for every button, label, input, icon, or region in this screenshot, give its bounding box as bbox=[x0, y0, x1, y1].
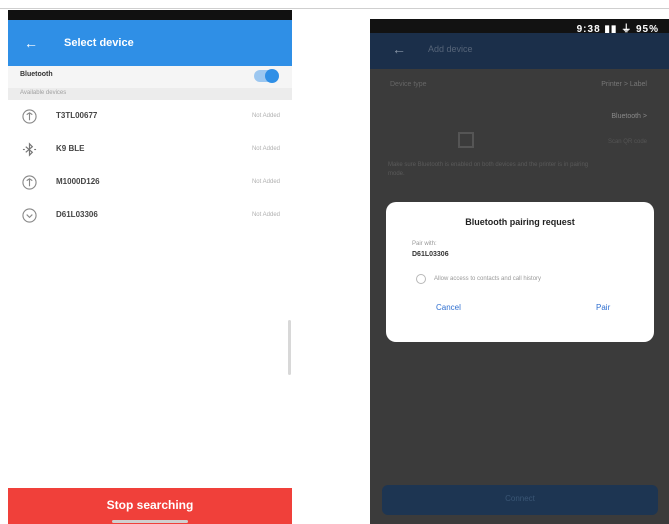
device-name: M1000D126 bbox=[56, 177, 100, 186]
device-name: T3TL00677 bbox=[56, 111, 98, 120]
top-divider bbox=[0, 8, 669, 9]
scrollbar[interactable] bbox=[288, 320, 291, 375]
bluetooth-icon bbox=[22, 142, 37, 157]
connect-button[interactable]: Connect bbox=[382, 485, 658, 515]
device-circle-icon bbox=[22, 208, 37, 223]
pair-with-label: Pair with: bbox=[412, 241, 437, 247]
bluetooth-label: Bluetooth bbox=[20, 71, 53, 78]
cancel-button[interactable]: Cancel bbox=[436, 303, 461, 312]
device-state: Not Added bbox=[251, 212, 280, 218]
back-arrow-icon[interactable]: ← bbox=[392, 41, 406, 57]
right-phone-screen: 9:38 ▮▮ ⏚ 95% ← Add device Device type P… bbox=[370, 19, 669, 524]
pair-button[interactable]: Pair bbox=[596, 303, 610, 312]
toggle-knob bbox=[265, 69, 279, 83]
left-phone-screen: ← Select device Bluetooth Available devi… bbox=[8, 10, 292, 524]
device-circle-icon bbox=[22, 175, 37, 190]
device-state: Not Added bbox=[251, 113, 280, 119]
device-state: Not Added bbox=[251, 146, 280, 152]
device-item[interactable]: K9 BLE Not Added bbox=[8, 133, 292, 166]
available-devices-header: Available devices bbox=[8, 88, 292, 100]
app-bar: ← Select device bbox=[8, 20, 292, 66]
status-bar: 9:38 ▮▮ ⏚ 95% bbox=[370, 19, 669, 35]
qr-code-icon[interactable] bbox=[458, 132, 474, 148]
device-item[interactable]: D61L03306 Not Added bbox=[8, 199, 292, 232]
connect-label: Connect bbox=[505, 494, 535, 503]
page-title: Add device bbox=[428, 44, 473, 54]
connection-method-value[interactable]: Bluetooth > bbox=[611, 113, 647, 120]
bluetooth-row: Bluetooth bbox=[8, 66, 292, 88]
page-title: Select device bbox=[64, 37, 134, 49]
device-name: D61L03306 bbox=[56, 210, 98, 219]
device-item[interactable]: M1000D126 Not Added bbox=[8, 166, 292, 199]
device-name: K9 BLE bbox=[56, 144, 85, 153]
section-label: Available devices bbox=[20, 90, 67, 96]
pairing-dialog: Bluetooth pairing request Pair with: D61… bbox=[386, 202, 654, 342]
device-item[interactable]: T3TL00677 Not Added bbox=[8, 100, 292, 133]
stop-searching-button[interactable]: Stop searching bbox=[8, 488, 292, 524]
device-circle-icon bbox=[22, 109, 37, 124]
pair-device-name: D61L03306 bbox=[412, 251, 449, 258]
scan-qr-label[interactable]: Scan QR code bbox=[608, 139, 647, 145]
instruction-note: Make sure Bluetooth is enabled on both d… bbox=[388, 162, 589, 177]
nav-gesture-pill[interactable] bbox=[112, 520, 188, 523]
device-type-value[interactable]: Printer > Label bbox=[601, 81, 647, 88]
dialog-title: Bluetooth pairing request bbox=[465, 217, 575, 227]
allow-access-checkbox[interactable] bbox=[416, 274, 426, 284]
device-type-label: Device type bbox=[390, 81, 427, 88]
device-list: T3TL00677 Not Added K9 BLE Not Added M10… bbox=[8, 100, 292, 232]
allow-access-label: Allow access to contacts and call histor… bbox=[434, 276, 542, 282]
stop-searching-label: Stop searching bbox=[106, 498, 194, 512]
device-state: Not Added bbox=[251, 179, 280, 185]
status-bar bbox=[8, 10, 292, 20]
back-arrow-icon[interactable]: ← bbox=[24, 34, 38, 52]
bluetooth-toggle[interactable] bbox=[254, 69, 279, 83]
app-bar: ← Add device bbox=[370, 33, 669, 69]
